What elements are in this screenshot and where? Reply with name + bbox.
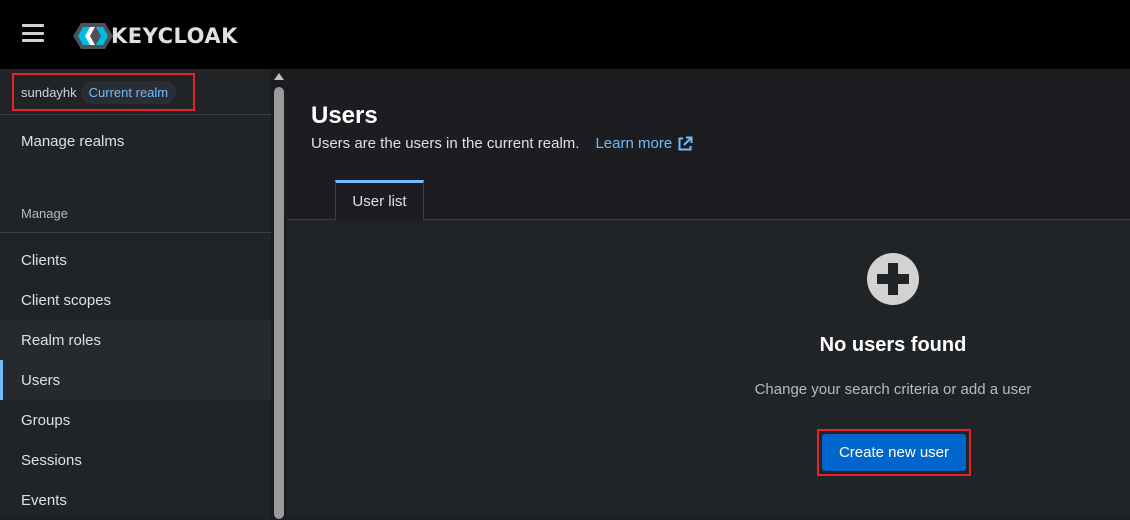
page-description: Users are the users in the current realm… [311, 135, 693, 152]
create-new-user-button[interactable]: Create new user [822, 434, 966, 471]
realm-name: sundayhk [21, 84, 77, 100]
keycloak-logo-icon [73, 23, 113, 49]
empty-state-body: Change your search criteria or add a use… [754, 381, 1032, 398]
sidebar-item-clients[interactable]: Clients [0, 240, 271, 280]
external-link-icon [678, 136, 693, 150]
manage-realms-link[interactable]: Manage realms [21, 133, 124, 150]
sidebar-item-events[interactable]: Events [0, 480, 271, 520]
realm-selector[interactable]: sundayhk Current realm [12, 73, 195, 111]
tab-user-list[interactable]: User list [335, 180, 424, 220]
masthead: KEYCLOAK [0, 0, 1130, 69]
manage-section-title: Manage [21, 206, 68, 221]
sidebar-item-groups[interactable]: Groups [0, 400, 271, 440]
keycloak-logo[interactable]: KEYCLOAK [73, 20, 238, 52]
page-title: Users [311, 102, 378, 129]
current-realm-badge: Current realm [80, 80, 177, 104]
brand-name: KEYCLOAK [111, 24, 238, 48]
create-user-highlight: Create new user [817, 429, 971, 476]
learn-more-link[interactable]: Learn more [595, 135, 693, 152]
sidebar-item-realm-roles[interactable]: Realm roles [0, 320, 271, 360]
sidebar-scrollbar[interactable] [271, 69, 287, 519]
hamburger-menu-icon[interactable] [22, 24, 44, 42]
main-content: Users Users are the users in the current… [287, 69, 1130, 519]
scroll-thumb[interactable] [274, 87, 284, 519]
page-header: Users Users are the users in the current… [287, 69, 1130, 220]
plus-circle-icon [867, 253, 919, 305]
sidebar-item-sessions[interactable]: Sessions [0, 440, 271, 480]
sidebar: sundayhk Current realm Manage realms Man… [0, 69, 271, 519]
learn-more-label: Learn more [595, 135, 673, 152]
sidebar-divider [0, 232, 271, 233]
scroll-up-arrow-icon[interactable] [274, 73, 284, 80]
sidebar-item-client-scopes[interactable]: Client scopes [0, 280, 271, 320]
sidebar-item-users[interactable]: Users [0, 360, 271, 400]
empty-state-title: No users found [819, 334, 967, 356]
empty-state: No users found Change your search criter… [287, 220, 1130, 519]
sidebar-divider [0, 114, 271, 115]
page-description-text: Users are the users in the current realm… [311, 135, 580, 152]
